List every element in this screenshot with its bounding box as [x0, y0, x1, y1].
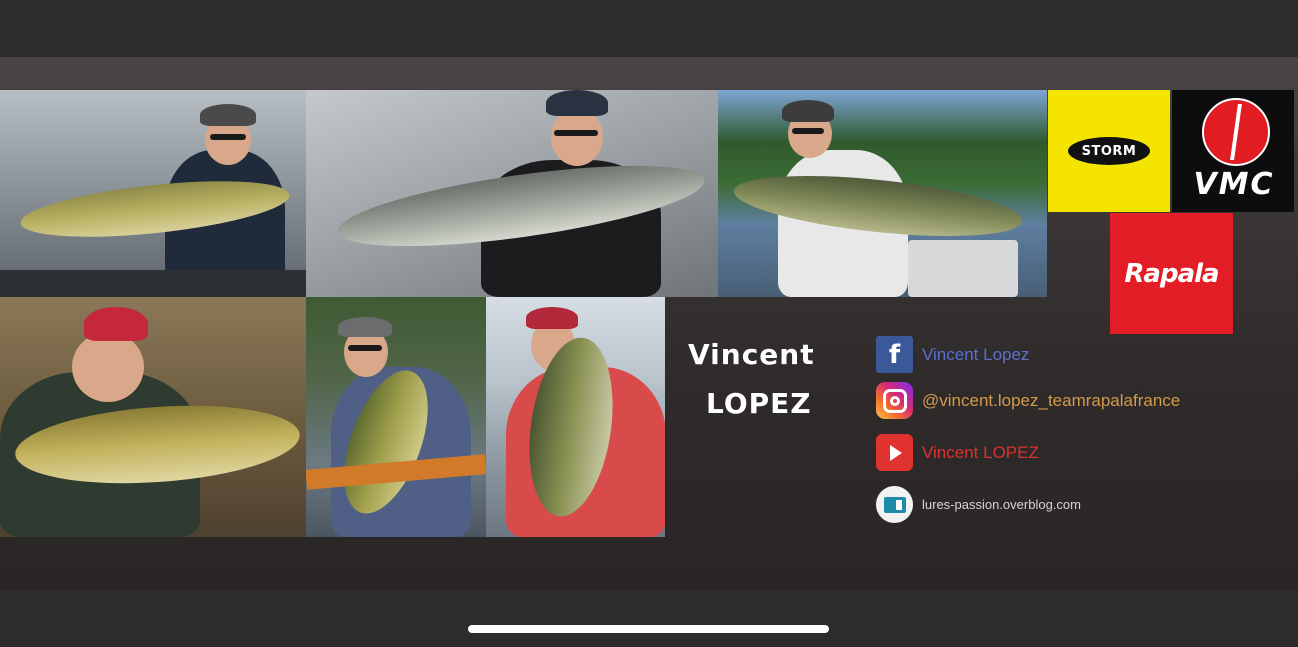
photo-zander [0, 297, 306, 537]
youtube-icon [876, 434, 913, 471]
social-youtube[interactable]: Vincent LOPEZ [876, 434, 1039, 471]
youtube-label: Vincent LOPEZ [922, 442, 1039, 462]
facebook-label: Vincent Lopez [922, 344, 1030, 364]
social-facebook[interactable]: f Vincent Lopez [876, 336, 1029, 373]
name-first: Vincent [688, 338, 815, 371]
photo-pike-lake [718, 90, 1047, 297]
name-last: LOPEZ [706, 387, 812, 420]
photo-pike-boat-1 [0, 90, 306, 297]
photo-perch [306, 297, 486, 537]
blog-label: lures-passion.overblog.com [922, 497, 1081, 512]
rapala-logo-text: Rapala [1124, 258, 1219, 289]
photo-bass [486, 297, 665, 537]
social-instagram[interactable]: @vincent.lopez_teamrapalafrance [876, 382, 1180, 419]
facebook-icon: f [876, 336, 913, 373]
rapala-logo: Rapala [1110, 213, 1233, 334]
vmc-logo: VMC [1172, 90, 1294, 212]
home-indicator[interactable] [468, 625, 829, 633]
blog-icon [876, 486, 913, 523]
social-blog[interactable]: lures-passion.overblog.com [876, 486, 1081, 523]
vmc-logo-text: VMC [1193, 167, 1275, 202]
instagram-label: @vincent.lopez_teamrapalafrance [922, 390, 1181, 410]
photo-pike-boat-2 [306, 90, 718, 297]
instagram-icon [876, 382, 913, 419]
storm-logo: STORM [1048, 90, 1170, 212]
storm-logo-text: STORM [1068, 137, 1150, 165]
bottom-bar [0, 590, 1298, 647]
status-bar-area [0, 0, 1298, 57]
